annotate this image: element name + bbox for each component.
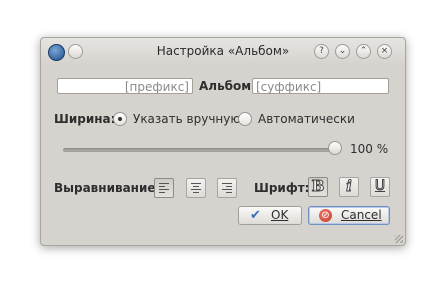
check-icon: ✔: [250, 208, 261, 223]
font-label: Шрифт:: [254, 181, 310, 195]
minimize-button[interactable]: ⌄: [335, 44, 350, 59]
auto-radio[interactable]: [238, 112, 252, 126]
cancel-button[interactable]: ⊘ Cancel: [308, 206, 390, 225]
alignment-label: Выравнивание:: [54, 181, 161, 195]
cancel-icon: ⊘: [319, 209, 332, 222]
manual-radio[interactable]: [113, 112, 127, 126]
underline-icon: U: [374, 178, 386, 195]
resize-grip-icon[interactable]: [395, 235, 403, 243]
bold-icon: B: [311, 177, 325, 195]
prefix-placeholder: [префикс]: [124, 80, 189, 94]
auto-radio-label[interactable]: Автоматически: [258, 112, 355, 126]
width-slider-track[interactable]: [63, 148, 335, 152]
ok-button[interactable]: ✔ OK: [238, 206, 302, 225]
align-center-icon: [191, 183, 201, 195]
suffix-input[interactable]: [суффикс]: [252, 78, 389, 94]
underline-button[interactable]: U: [370, 177, 390, 197]
help-button[interactable]: ?: [314, 44, 329, 59]
italic-icon: i: [346, 177, 353, 195]
prefix-input[interactable]: [префикс]: [57, 78, 193, 94]
ok-label: OK: [271, 208, 289, 222]
radio-selected-dot: [118, 117, 122, 121]
width-slider-handle[interactable]: [328, 141, 342, 155]
title-bar: Настройка «Альбом» ? ⌄ ⌃ ×: [41, 38, 405, 65]
align-center-button[interactable]: [186, 178, 206, 198]
align-right-icon: [222, 183, 232, 195]
align-right-button[interactable]: [217, 178, 237, 198]
cancel-label: Cancel: [341, 208, 382, 222]
suffix-placeholder: [суффикс]: [256, 80, 322, 94]
align-left-icon: [159, 183, 169, 195]
settings-dialog: Настройка «Альбом» ? ⌄ ⌃ × [префикс] Аль…: [40, 37, 406, 246]
maximize-button[interactable]: ⌃: [356, 44, 371, 59]
bold-button[interactable]: B: [308, 177, 328, 197]
align-left-button[interactable]: [154, 178, 174, 198]
italic-button[interactable]: i: [339, 177, 359, 197]
window-title: Настройка «Альбом»: [156, 44, 290, 58]
manual-radio-label[interactable]: Указать вручную: [133, 112, 240, 126]
tag-name-label: Альбом: [199, 79, 252, 93]
width-value: 100 %: [350, 142, 389, 156]
width-label: Ширина:: [54, 112, 116, 126]
close-button[interactable]: ×: [377, 44, 392, 59]
